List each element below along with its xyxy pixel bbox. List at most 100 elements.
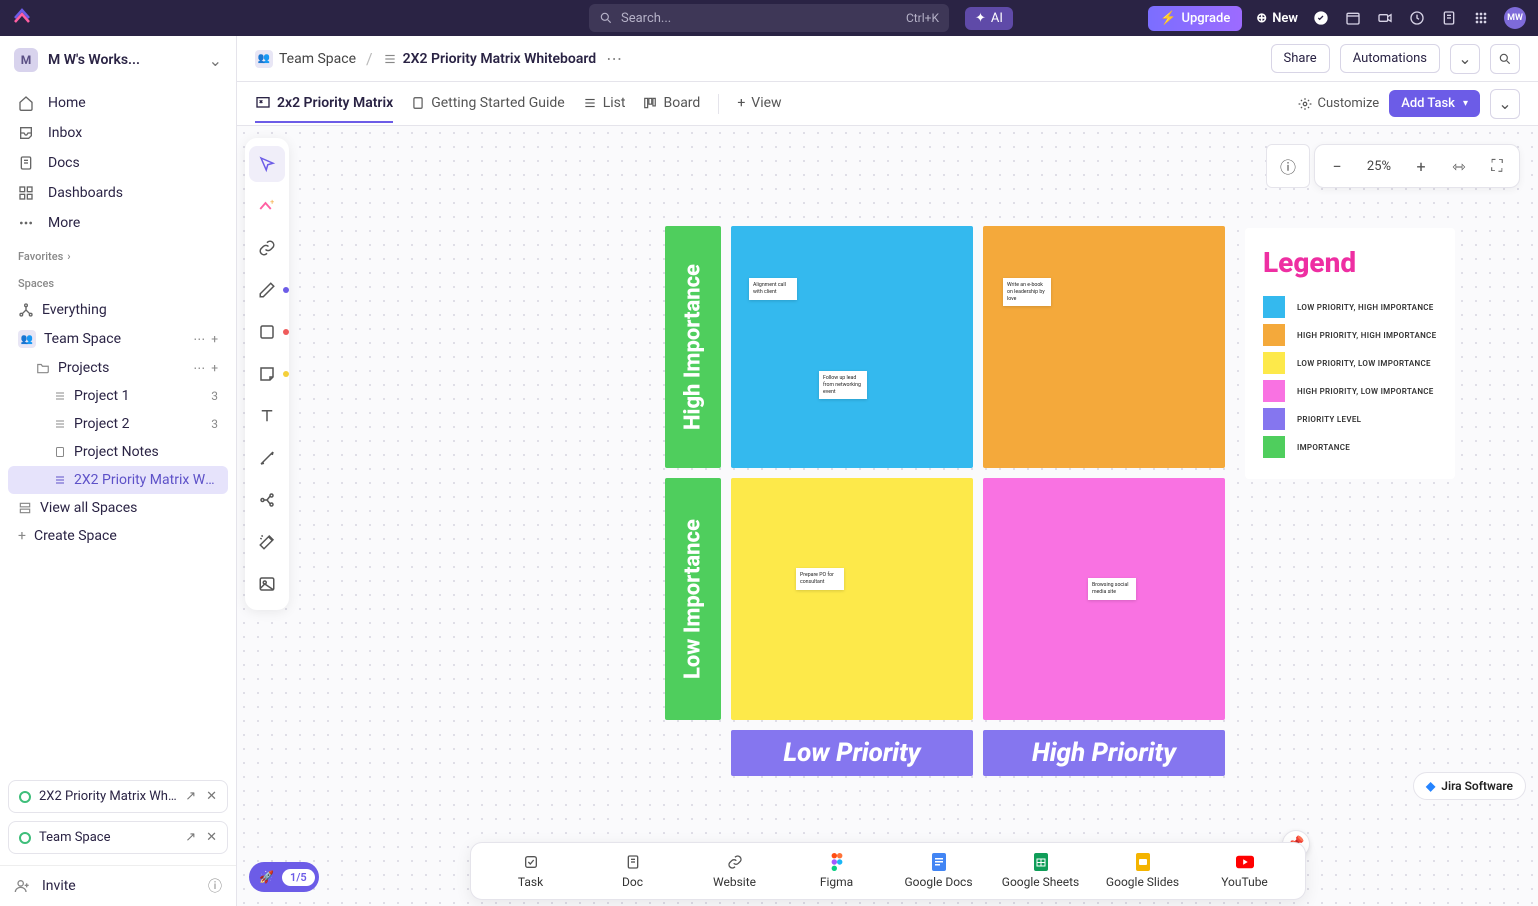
apps-grid-icon[interactable]: [1472, 9, 1490, 27]
fit-width-button[interactable]: ⇿: [1441, 148, 1477, 184]
axis-low-importance[interactable]: Low Importance: [665, 478, 721, 720]
recent-chip-1[interactable]: 2X2 Priority Matrix Whi... ↗ ✕: [8, 780, 228, 813]
axis-low-priority[interactable]: Low Priority: [731, 730, 973, 776]
whiteboard-canvas[interactable]: + ⓘ − 25% + ⇿ ⛶: [237, 126, 1538, 906]
legend[interactable]: Legend LOW PRIORITY, HIGH IMPORTANCEHIGH…: [1245, 228, 1455, 479]
open-external-icon[interactable]: ↗: [185, 789, 196, 804]
search-page-button[interactable]: [1490, 44, 1520, 74]
create-google-slides[interactable]: Google Slides: [1093, 849, 1193, 893]
nav-home[interactable]: Home: [8, 88, 228, 118]
create-figma[interactable]: Figma: [787, 849, 887, 893]
share-button[interactable]: Share: [1271, 44, 1330, 73]
tool-pen[interactable]: [249, 272, 285, 308]
create-youtube[interactable]: YouTube: [1195, 849, 1295, 893]
recent-chip-2[interactable]: Team Space ↗ ✕: [8, 821, 228, 854]
create-task[interactable]: Task: [481, 849, 581, 893]
sticky-note[interactable]: Follow up lead from networking event: [819, 371, 867, 399]
info-button[interactable]: ⓘ: [1266, 144, 1310, 188]
zoom-out-button[interactable]: −: [1319, 148, 1355, 184]
team-icon: 👥: [18, 330, 36, 348]
calendar-icon[interactable]: [1344, 9, 1362, 27]
legend-swatch: [1263, 436, 1285, 458]
tool-image[interactable]: [249, 566, 285, 602]
add-task-button[interactable]: Add Task ▾: [1389, 90, 1480, 117]
breadcrumb-page[interactable]: 2X2 Priority Matrix Whiteboard: [383, 51, 597, 67]
tool-sticky[interactable]: [249, 356, 285, 392]
tree-everything[interactable]: Everything: [8, 296, 228, 324]
jira-integration-badge[interactable]: ◆ Jira Software: [1413, 772, 1526, 800]
close-icon[interactable]: ✕: [206, 830, 217, 845]
tool-shape[interactable]: [249, 314, 285, 350]
tree-team-space[interactable]: 👥 Team Space ⋯+: [8, 324, 228, 354]
views-tabs: 2x2 Priority Matrix Getting Started Guid…: [237, 82, 1538, 126]
quadrant-low-pri-high-imp[interactable]: Alignment call with client Follow up lea…: [731, 226, 973, 468]
nav-more[interactable]: More: [8, 208, 228, 238]
tab-list[interactable]: List: [583, 85, 626, 123]
fullscreen-button[interactable]: ⛶: [1479, 148, 1515, 184]
axis-high-importance[interactable]: High Importance: [665, 226, 721, 468]
help-icon[interactable]: ⓘ: [208, 876, 222, 896]
tree-matrix-whiteboard[interactable]: 2X2 Priority Matrix Whiteb...: [8, 466, 228, 494]
invite-button[interactable]: Invite: [42, 878, 76, 894]
tool-text[interactable]: [249, 398, 285, 434]
customize-button[interactable]: Customize: [1298, 96, 1380, 111]
task-options-button[interactable]: ⌄: [1490, 89, 1520, 119]
section-favorites[interactable]: Favorites›: [0, 242, 236, 269]
quadrant-high-pri-high-imp[interactable]: Write an e-book on leadership by love: [983, 226, 1225, 468]
tree-view-all-spaces[interactable]: View all Spaces: [8, 494, 228, 522]
tool-magic[interactable]: [249, 524, 285, 560]
video-icon[interactable]: [1376, 9, 1394, 27]
quadrant-low-pri-low-imp[interactable]: Prepare PO for consultant: [731, 478, 973, 720]
zoom-in-button[interactable]: +: [1403, 148, 1439, 184]
breadcrumb-space[interactable]: 👥 Team Space: [255, 50, 356, 68]
clock-icon[interactable]: [1408, 9, 1426, 27]
more-icon[interactable]: ⋯: [193, 361, 205, 375]
tree-project-notes[interactable]: Project Notes: [8, 438, 228, 466]
workspace-switcher[interactable]: M M W's Works... ⌄: [0, 36, 236, 84]
tab-board[interactable]: Board: [643, 85, 700, 123]
tree-project-1[interactable]: Project 1 3: [8, 382, 228, 410]
tab-getting-started[interactable]: Getting Started Guide: [411, 85, 565, 123]
zoom-level[interactable]: 25%: [1357, 159, 1401, 174]
sticky-note[interactable]: Prepare PO for consultant: [796, 568, 844, 590]
tab-add-view[interactable]: + View: [737, 85, 781, 123]
global-search[interactable]: Search... Ctrl+K: [589, 4, 949, 32]
new-button[interactable]: ⊕ New: [1256, 11, 1298, 26]
notepad-icon[interactable]: [1440, 9, 1458, 27]
tool-ai-generate[interactable]: +: [249, 188, 285, 224]
open-external-icon[interactable]: ↗: [185, 830, 196, 845]
tab-2x2-matrix[interactable]: 2x2 Priority Matrix: [255, 85, 393, 123]
create-website[interactable]: Website: [685, 849, 785, 893]
create-google-sheets[interactable]: Google Sheets: [991, 849, 1091, 893]
sticky-note[interactable]: Browsing social media site: [1088, 578, 1136, 600]
more-dots-icon[interactable]: ⋯: [606, 49, 622, 68]
sticky-note[interactable]: Write an e-book on leadership by love: [1003, 278, 1051, 306]
plus-icon[interactable]: +: [211, 332, 218, 346]
tool-link[interactable]: [249, 230, 285, 266]
sticky-note[interactable]: Alignment call with client: [749, 278, 797, 300]
user-avatar[interactable]: MW: [1504, 7, 1526, 29]
nav-inbox[interactable]: Inbox: [8, 118, 228, 148]
tree-create-space[interactable]: + Create Space: [8, 522, 228, 550]
more-icon[interactable]: ⋯: [193, 332, 205, 346]
app-logo-icon[interactable]: [12, 8, 32, 28]
close-icon[interactable]: ✕: [206, 789, 217, 804]
check-circle-icon[interactable]: [1312, 9, 1330, 27]
create-google-docs[interactable]: Google Docs: [889, 849, 989, 893]
automations-button[interactable]: Automations: [1340, 44, 1440, 73]
axis-high-priority[interactable]: High Priority: [983, 730, 1225, 776]
upgrade-button[interactable]: ⚡ Upgrade: [1148, 6, 1242, 31]
tool-mindmap[interactable]: [249, 482, 285, 518]
tree-projects[interactable]: Projects ⋯+: [8, 354, 228, 382]
nav-dashboards[interactable]: Dashboards: [8, 178, 228, 208]
quadrant-high-pri-low-imp[interactable]: Browsing social media site: [983, 478, 1225, 720]
automations-dropdown[interactable]: ⌄: [1450, 44, 1480, 74]
tool-select[interactable]: [249, 146, 285, 182]
onboarding-progress[interactable]: 🚀 1/5: [249, 862, 319, 892]
plus-icon[interactable]: +: [211, 361, 218, 375]
create-doc[interactable]: Doc: [583, 849, 683, 893]
ai-button[interactable]: ✦ AI: [965, 7, 1013, 30]
tree-project-2[interactable]: Project 2 3: [8, 410, 228, 438]
tool-connector[interactable]: [249, 440, 285, 476]
nav-docs[interactable]: Docs: [8, 148, 228, 178]
